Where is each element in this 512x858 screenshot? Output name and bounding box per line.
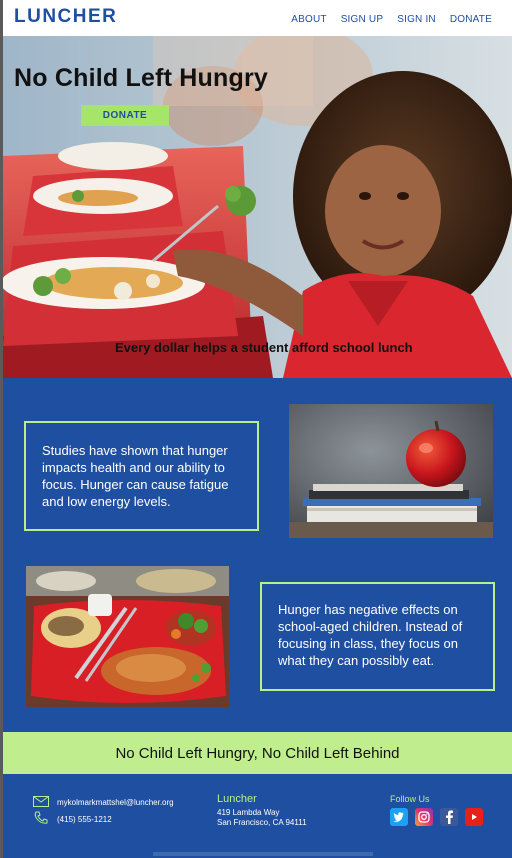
mail-icon xyxy=(33,796,49,809)
hero-donate-button[interactable]: DONATE xyxy=(81,105,169,126)
nav-menu: ABOUT SIGN UP SIGN IN DONATE xyxy=(291,14,492,25)
hero-caption: Every dollar helps a student afford scho… xyxy=(115,340,413,355)
youtube-icon[interactable] xyxy=(465,808,483,826)
twitter-icon[interactable] xyxy=(390,808,408,826)
lunch-tray-photo xyxy=(26,566,229,707)
window-frame xyxy=(0,0,3,858)
nav-donate[interactable]: DONATE xyxy=(450,14,492,25)
facebook-icon[interactable] xyxy=(440,808,458,826)
nav-about[interactable]: ABOUT xyxy=(291,14,326,25)
nav-sign-in[interactable]: SIGN IN xyxy=(397,14,436,25)
social-links xyxy=(390,808,483,826)
top-navbar: LUNCHER ABOUT SIGN UP SIGN IN DONATE xyxy=(3,0,512,36)
slogan-text: No Child Left Hungry, No Child Left Behi… xyxy=(115,744,400,762)
info-box-hunger-health: Studies have shown that hunger impacts h… xyxy=(24,421,259,531)
hero-title: No Child Left Hungry xyxy=(14,64,268,92)
footer-copyright-faint xyxy=(153,852,373,856)
logo-text: LUNCHER xyxy=(14,6,118,27)
footer-phone-row[interactable]: (415) 555-1212 xyxy=(33,811,112,827)
footer-email[interactable]: mykolmarkmattshel@luncher.org xyxy=(57,798,174,807)
apple-books-image xyxy=(289,404,493,538)
info-box-hunger-effects: Hunger has negative effects on school-ag… xyxy=(260,582,495,691)
hero-section: No Child Left Hungry DONATE Every dollar… xyxy=(3,36,512,378)
slogan-banner: No Child Left Hungry, No Child Left Behi… xyxy=(3,732,512,774)
footer-address-line2: San Francisco, CA 94111 xyxy=(217,818,307,827)
apple-photo xyxy=(289,404,493,538)
info-text-1: Studies have shown that hunger impacts h… xyxy=(42,443,229,509)
footer-brand: Luncher xyxy=(217,793,257,805)
follow-us-label: Follow Us xyxy=(390,794,430,804)
phone-icon xyxy=(33,811,49,827)
school-lunch-tray-image xyxy=(26,566,229,707)
footer-email-row[interactable]: mykolmarkmattshel@luncher.org xyxy=(33,796,174,809)
site-footer: mykolmarkmattshel@luncher.org (415) 555-… xyxy=(3,774,512,858)
footer-phone[interactable]: (415) 555-1212 xyxy=(57,815,112,824)
instagram-icon[interactable] xyxy=(415,808,433,826)
footer-address-line1: 419 Lambda Way xyxy=(217,808,280,817)
nav-sign-up[interactable]: SIGN UP xyxy=(341,14,384,25)
luncher-logo[interactable]: LUNCHER xyxy=(14,6,117,28)
info-text-2: Hunger has negative effects on school-ag… xyxy=(278,602,463,668)
